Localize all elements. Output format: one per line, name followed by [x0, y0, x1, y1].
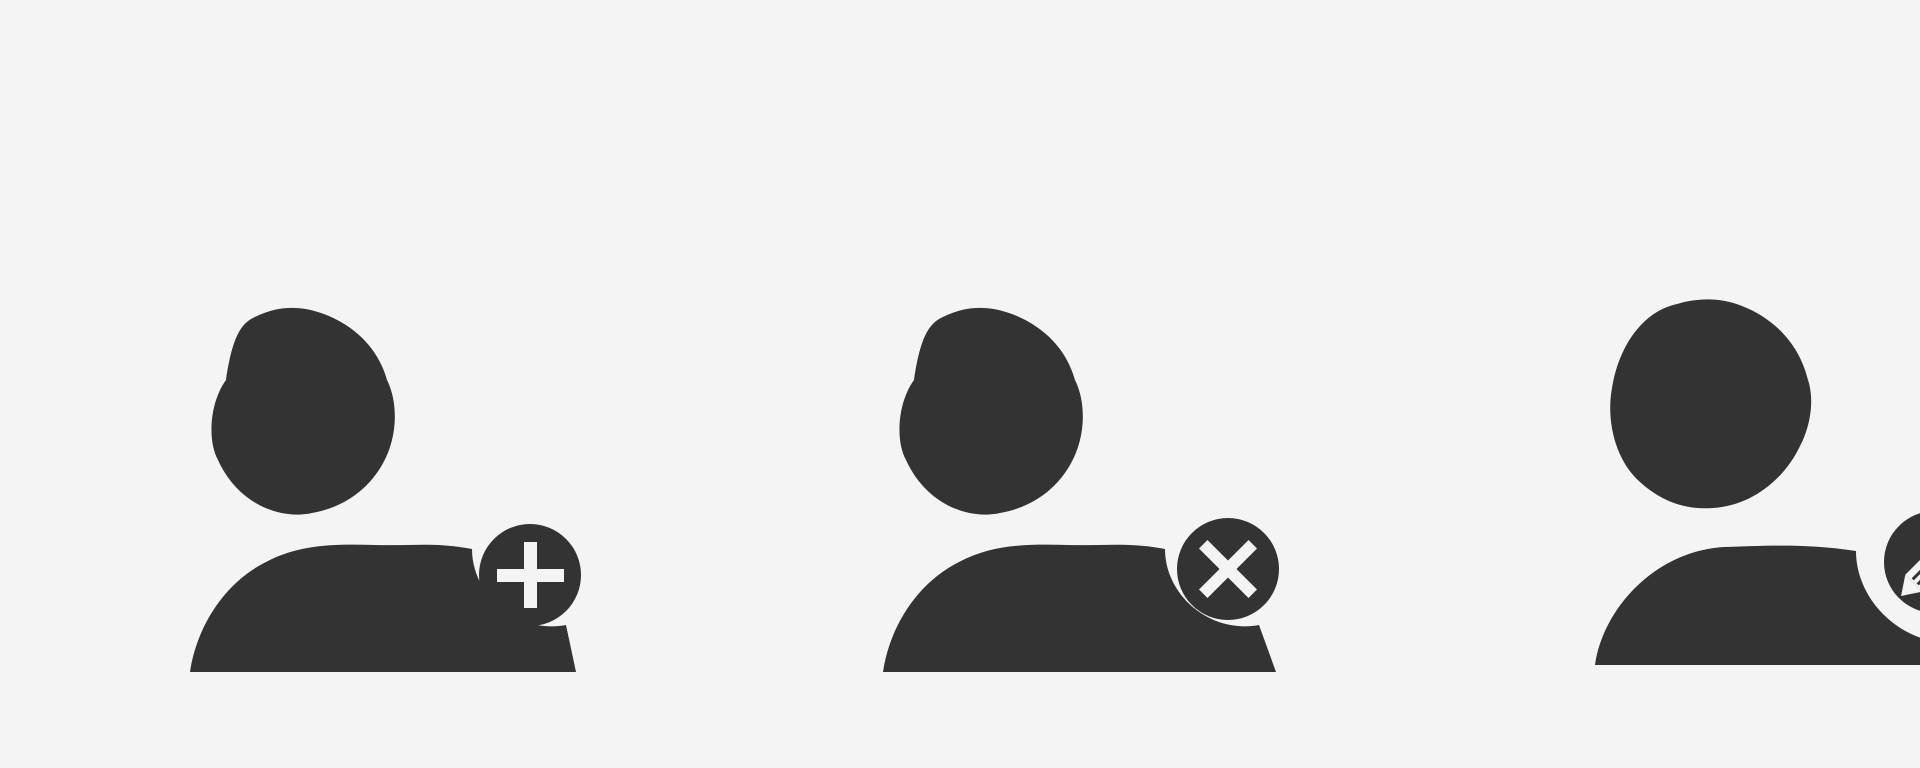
icon-set-canvas: [0, 0, 1920, 768]
icon-set: [0, 0, 1920, 768]
